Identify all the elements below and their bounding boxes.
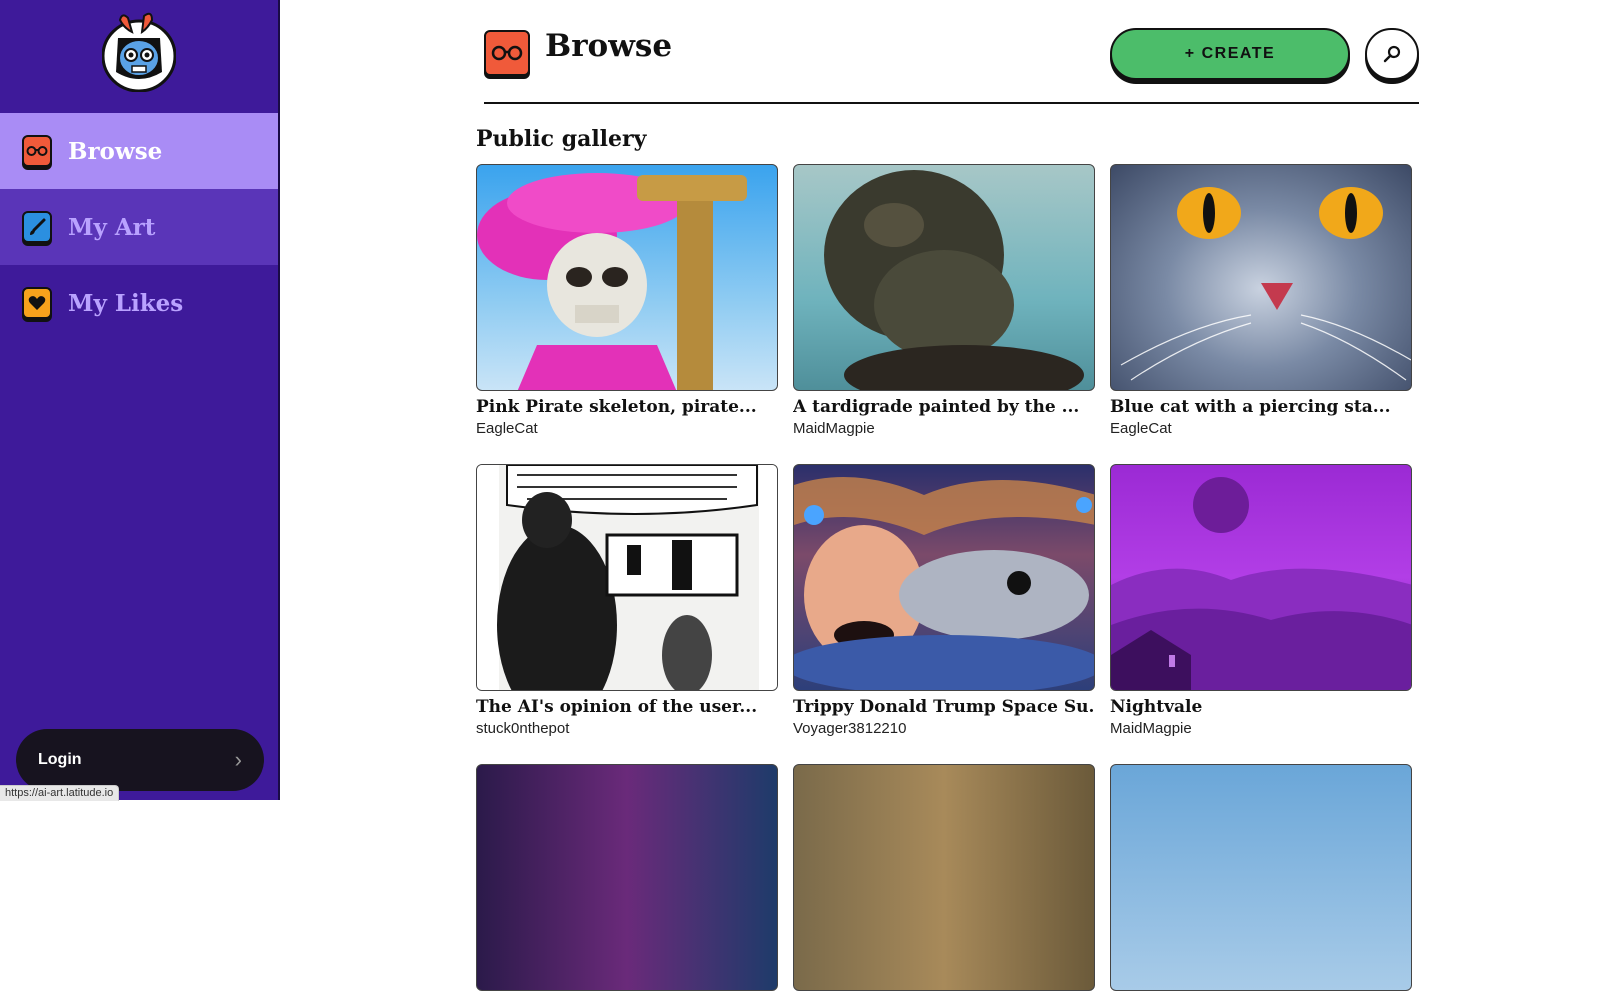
artwork-image[interactable]: [476, 464, 778, 691]
gallery-card[interactable]: Pink Pirate skeleton, pirate... EagleCat: [476, 164, 778, 437]
gallery-card[interactable]: [476, 764, 778, 991]
artwork-image[interactable]: [793, 464, 1095, 691]
gallery-card[interactable]: Nightvale MaidMagpie: [1110, 464, 1412, 737]
skull-mascot-logo[interactable]: [101, 10, 177, 93]
page-title: Browse: [545, 28, 673, 64]
sidebar-item-label: My Likes: [68, 289, 184, 317]
sidebar: Browse My Art My Likes Login ›: [0, 0, 280, 800]
card-author[interactable]: EagleCat: [1110, 420, 1412, 437]
login-button[interactable]: Login ›: [16, 729, 264, 791]
card-author[interactable]: Voyager3812210: [793, 720, 1095, 737]
search-icon: [1383, 45, 1401, 63]
card-title: Trippy Donald Trump Space Su...: [793, 697, 1095, 717]
gallery-card[interactable]: Trippy Donald Trump Space Su... Voyager3…: [793, 464, 1095, 737]
gallery-card[interactable]: The AI's opinion of the user... stuck0nt…: [476, 464, 778, 737]
sidebar-item-browse[interactable]: Browse: [0, 113, 278, 189]
login-label: Login: [38, 751, 82, 768]
artwork-image[interactable]: [1110, 464, 1412, 691]
artwork-image[interactable]: [476, 164, 778, 391]
sidebar-item-my-likes[interactable]: My Likes: [0, 265, 278, 341]
status-bar-url: https://ai-art.latitude.io: [0, 785, 120, 801]
brush-icon: [22, 211, 52, 243]
card-title: Pink Pirate skeleton, pirate...: [476, 397, 757, 417]
sidebar-item-label: My Art: [68, 213, 156, 241]
card-title: Nightvale: [1110, 697, 1203, 717]
gallery-card[interactable]: A tardigrade painted by the ... MaidMagp…: [793, 164, 1095, 437]
artwork-image[interactable]: [793, 764, 1095, 991]
chevron-right-icon: ›: [234, 747, 242, 772]
create-button[interactable]: + CREATE: [1110, 28, 1350, 80]
glasses-icon: [484, 30, 530, 76]
card-author[interactable]: EagleCat: [476, 420, 778, 437]
artwork-image[interactable]: [1110, 764, 1412, 991]
sidebar-item-my-art[interactable]: My Art: [0, 189, 278, 265]
card-author[interactable]: stuck0nthepot: [476, 720, 778, 737]
sidebar-item-label: Browse: [68, 137, 163, 165]
header-divider: [484, 102, 1419, 104]
gallery-title: Public gallery: [476, 126, 647, 152]
artwork-image[interactable]: [1110, 164, 1412, 391]
artwork-image[interactable]: [793, 164, 1095, 391]
card-author[interactable]: MaidMagpie: [1110, 720, 1412, 737]
gallery-card[interactable]: Blue cat with a piercing sta... EagleCat: [1110, 164, 1412, 437]
card-title: Blue cat with a piercing sta...: [1110, 397, 1391, 417]
search-button[interactable]: [1365, 28, 1419, 80]
card-author[interactable]: MaidMagpie: [793, 420, 1095, 437]
gallery-card[interactable]: [793, 764, 1095, 991]
glasses-icon: [22, 135, 52, 167]
heart-icon: [22, 287, 52, 319]
card-title: A tardigrade painted by the ...: [793, 397, 1080, 417]
card-title: The AI's opinion of the user...: [476, 697, 758, 717]
artwork-image[interactable]: [476, 764, 778, 991]
create-label: + CREATE: [1184, 45, 1276, 62]
gallery-card[interactable]: [1110, 764, 1412, 991]
